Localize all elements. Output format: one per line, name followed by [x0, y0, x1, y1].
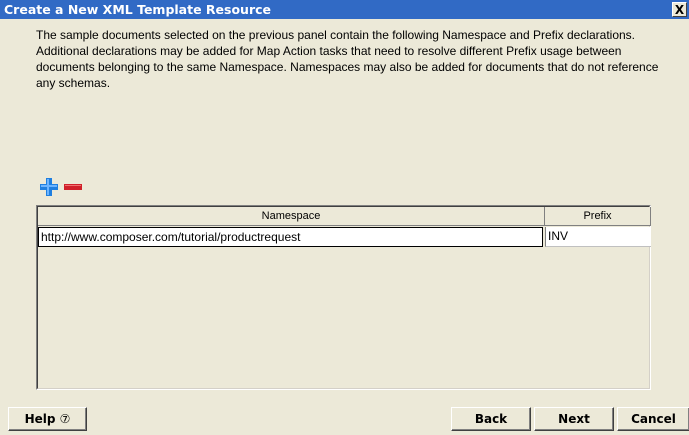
column-header-namespace[interactable]: Namespace: [38, 207, 545, 226]
next-button[interactable]: Next: [534, 407, 614, 431]
minus-icon[interactable]: [64, 182, 82, 192]
namespace-table-body: Namespace Prefix http://www.composer.com…: [37, 206, 651, 389]
button-bar: Help ⑦ Back Next Cancel: [0, 407, 689, 435]
help-button[interactable]: Help ⑦: [8, 407, 87, 431]
instructions-text: The sample documents selected on the pre…: [36, 28, 659, 90]
back-button[interactable]: Back: [451, 407, 531, 431]
window-title: Create a New XML Template Resource: [4, 2, 271, 17]
title-bar: Create a New XML Template Resource X: [0, 0, 689, 19]
cancel-button[interactable]: Cancel: [617, 407, 689, 431]
prefix-cell[interactable]: INV: [545, 227, 651, 247]
help-icon: ⑦: [59, 412, 71, 426]
plus-icon[interactable]: [40, 178, 58, 196]
close-button[interactable]: X: [672, 2, 687, 17]
help-label: Help: [24, 412, 56, 426]
column-header-prefix[interactable]: Prefix: [545, 207, 651, 226]
namespace-table: Namespace Prefix http://www.composer.com…: [36, 205, 651, 390]
namespace-cell[interactable]: http://www.composer.com/tutorial/product…: [38, 227, 543, 247]
